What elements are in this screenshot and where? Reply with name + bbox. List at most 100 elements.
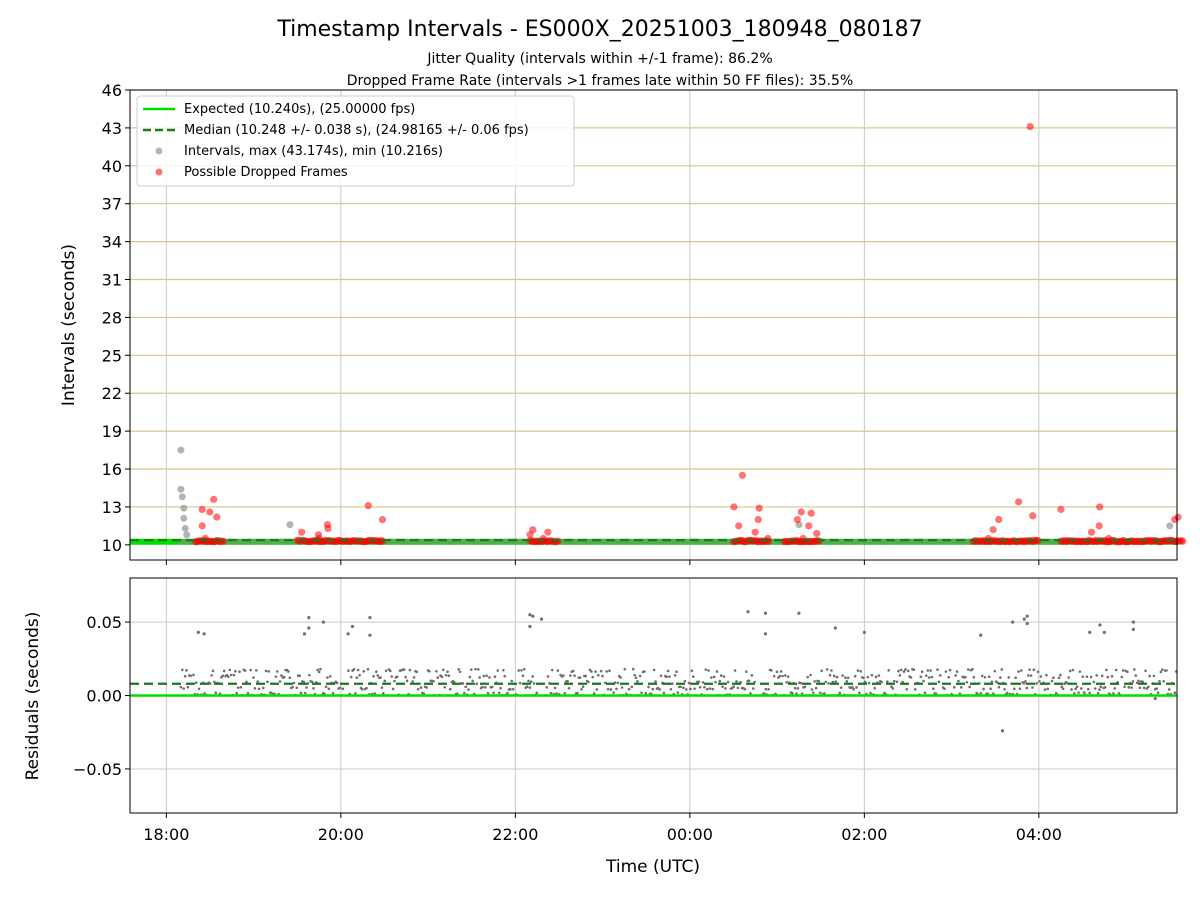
residual-point [210,674,213,677]
residual-point [405,679,409,683]
residual-point [939,674,942,677]
dropped-frame-point [213,513,221,521]
residual-point [529,680,533,683]
residual-point [1095,674,1098,677]
residual-point [446,670,449,674]
residual-point [274,675,278,678]
residual-point [282,675,286,679]
residual-point [767,687,770,691]
residual-point [666,669,670,673]
residual-point [350,624,355,629]
residual-point [267,670,271,673]
residual-point [779,670,783,673]
dropped-frame-point [793,515,801,524]
residual-point [1018,687,1022,690]
residual-point [870,673,874,677]
residual-point [1068,669,1072,673]
residual-point [1026,674,1030,677]
interval-point [177,446,185,454]
residual-point [980,674,984,678]
residual-point [368,633,372,637]
residual-point [830,669,833,672]
dropped-frame-point [210,495,218,503]
residual-point [662,691,666,695]
residual-point [972,675,976,679]
residual-point [1098,688,1101,691]
residual-point [553,686,557,690]
residual-point [993,669,997,673]
intervals-y-tick-label: 37 [102,195,122,214]
dropped-frame-point [198,522,206,530]
residual-point [596,674,600,677]
residual-point [1017,670,1020,673]
residual-point [1080,687,1083,690]
residual-point [638,674,642,678]
residual-point [194,681,198,684]
residual-point [425,686,428,689]
residual-point [214,691,218,695]
residual-point [651,687,655,691]
residual-point [1137,679,1140,683]
residual-point [562,674,565,677]
residual-point [834,680,837,683]
residual-point [763,632,768,636]
residual-point [793,686,797,690]
residual-point [722,675,726,678]
residual-point [920,670,924,673]
residual-point [987,675,991,679]
residual-point [644,691,648,695]
residual-point [929,669,932,672]
dropped-frame-point [807,509,815,517]
intervals-y-tick-label: 28 [102,308,122,327]
residual-point [659,674,663,678]
residual-point [349,675,353,679]
residual-point [485,674,488,678]
residual-point [1144,669,1147,673]
residual-point [1159,670,1163,674]
interval-point [180,504,188,512]
residual-point [711,687,715,691]
residual-point [221,674,225,678]
residual-point [327,687,331,691]
residual-point [319,667,322,671]
residuals-y-tick-label: 0.05 [86,613,122,632]
residual-point [813,680,816,683]
dropped-frame-point [1087,528,1096,536]
residual-point [965,680,969,684]
residual-point [341,687,345,691]
residual-point [923,691,927,695]
residual-point [605,670,608,673]
residual-point [1028,668,1031,671]
residual-point [835,675,839,679]
residual-point [228,668,232,672]
chart-subtitle-dropped: Dropped Frame Rate (intervals >1 frames … [347,73,854,89]
residual-point [306,682,310,685]
dropped-frame-point [1174,513,1182,521]
residual-point [254,669,258,672]
residual-point [594,670,597,673]
residual-point [227,675,230,679]
interval-point [177,485,185,493]
intervals-y-tick-label: 13 [102,498,122,517]
residual-point [440,675,444,679]
residual-point [390,675,393,678]
residual-point [1138,686,1142,690]
residual-point [567,686,571,690]
intervals-y-tick-label: 43 [102,119,122,138]
residual-point [599,669,603,673]
residual-point [393,679,396,683]
residual-point [825,668,829,671]
residual-point [1131,620,1135,624]
residual-point [689,687,692,691]
dropped-frame-point [364,502,372,510]
residual-point [239,685,243,689]
dropped-frame-point [1095,522,1103,530]
residual-point [913,688,917,691]
residual-point [796,687,800,690]
residual-point [539,617,544,621]
residual-point [1148,674,1152,678]
residual-point [899,668,903,672]
residual-point [462,691,466,695]
residual-point [235,691,239,695]
residual-point [1121,669,1125,672]
